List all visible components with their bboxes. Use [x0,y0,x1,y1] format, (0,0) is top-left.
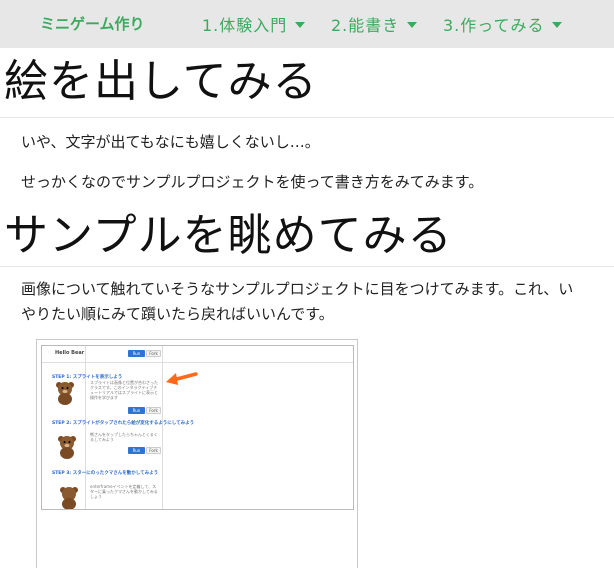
bear-icon [60,487,78,509]
step-title: STEP 2: スプライトがタップされたら絵が変化するようにしてみよう [52,421,195,426]
bear-icon [58,436,76,459]
step-desc: 熊さんをタップしたらちゃんとくるくるしてみよう [90,432,158,442]
fork-button: Fork [146,407,161,414]
step-desc: enterframeイベントを定義して、スターに乗ったクマさんを動かしてみましょ… [90,484,158,499]
section-title-sample: サンプルを眺めてみる [4,210,453,261]
section-title-draw: 絵を出してみる [4,56,318,107]
top-navbar: ミニゲーム作り 1.体験入門 2.能書き 3.作ってみる [0,0,614,48]
bear-icon [56,382,74,405]
title-divider [0,117,614,118]
nav-menu-build-label: 3.作ってみる [443,16,545,35]
step-title: STEP 3: スターにのったクマさんを動かしてみよう [52,471,159,476]
chevron-down-icon [407,21,418,28]
paragraph: せっかくなのでサンプルプロジェクトを使って書き方をみてみます。 [21,173,484,191]
chevron-down-icon [295,21,306,28]
paragraph: やりたい順にみて躓いたら戻ればいいんです。 [21,305,334,323]
nav-menu-theory[interactable]: 2.能書き [331,12,418,36]
brand-link[interactable]: ミニゲーム作り [40,13,145,34]
paragraph: 画像について触れていそうなサンプルプロジェクトに目をつけてみます。これ、い [21,280,574,298]
screenshot-header: Hello Bear [55,350,85,356]
paragraph: いや、文字が出てもなにも嬉しくないし…。 [21,133,320,151]
fork-button: Fork [146,350,161,357]
title-divider [0,266,614,267]
nav-menu-trial[interactable]: 1.体験入門 [202,12,306,36]
fork-button: Fork [146,447,161,454]
sample-screenshot-content: Hello Bear Run Fork STEP 1: スプライトを表示しよう … [41,345,354,510]
nav-menu-theory-label: 2.能書き [331,16,400,35]
run-button: Run [128,407,145,414]
arrow-icon [166,372,198,385]
nav-menu-build[interactable]: 3.作ってみる [443,12,563,36]
chevron-down-icon [552,21,563,28]
nav-menu-trial-label: 1.体験入門 [202,16,288,35]
step-desc: スプライトは画像と位置が合わさったクラスです。このインタラクティブチュートリアル… [90,380,158,400]
run-button: Run [128,350,145,357]
run-button: Run [128,447,145,454]
sample-screenshot-image: Hello Bear Run Fork STEP 1: スプライトを表示しよう … [36,339,358,568]
